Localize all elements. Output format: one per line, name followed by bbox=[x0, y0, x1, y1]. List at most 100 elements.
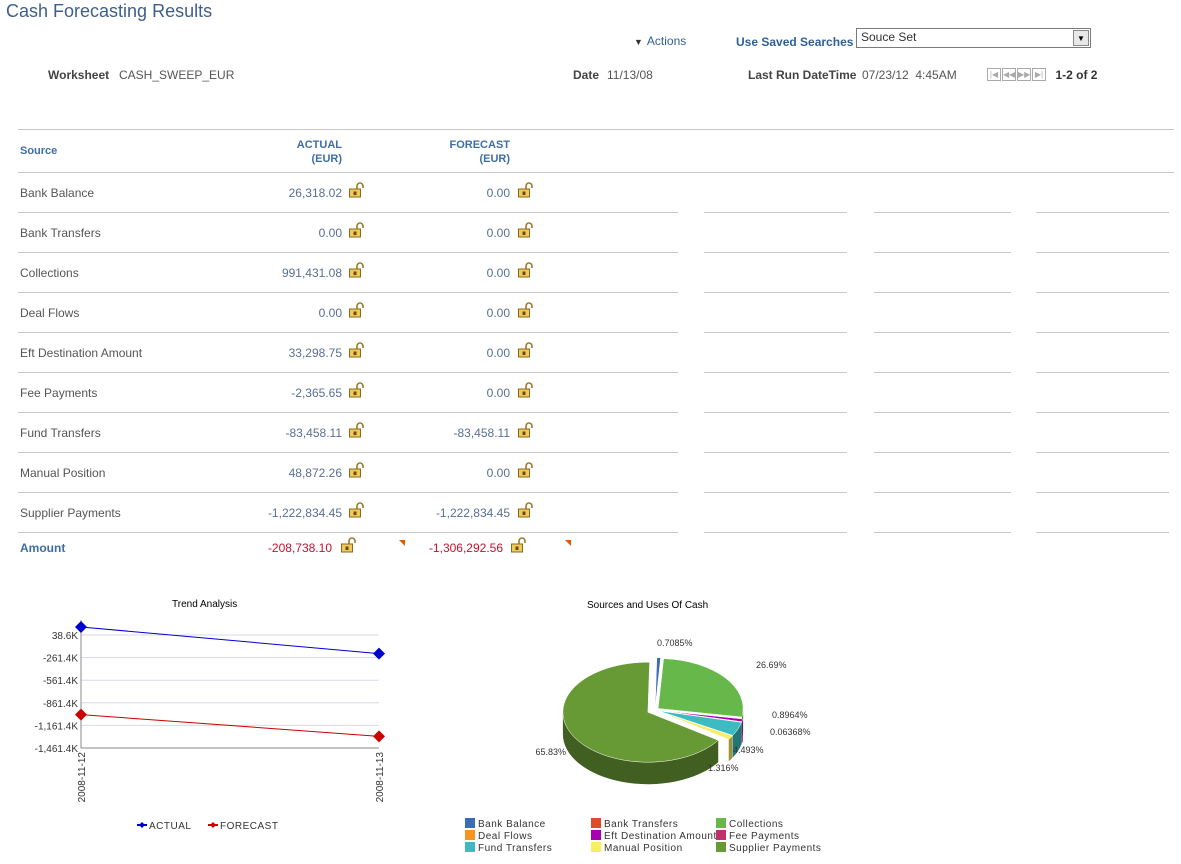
forecast-value[interactable]: 0.00 bbox=[370, 346, 510, 360]
table-header-divider bbox=[18, 172, 1174, 173]
unlock-icon[interactable] bbox=[348, 462, 364, 478]
pie-slice-label: 0.06368% bbox=[770, 727, 811, 737]
y-tick-label: -1,461.4K bbox=[35, 744, 79, 755]
unlock-icon[interactable] bbox=[348, 302, 364, 318]
y-tick-label: 38.6K bbox=[52, 631, 78, 642]
actual-value[interactable]: 991,431.08 bbox=[202, 266, 342, 280]
legend-swatch bbox=[465, 830, 475, 840]
empty-column-divider bbox=[1036, 412, 1169, 413]
legend-label: Supplier Payments bbox=[729, 843, 821, 854]
forecast-header-line1: FORECAST bbox=[410, 138, 510, 152]
actual-value[interactable]: -1,222,834.45 bbox=[202, 506, 342, 520]
y-tick-label: -261.4K bbox=[43, 654, 78, 665]
next-page-icon[interactable]: ▶▶ bbox=[1017, 68, 1031, 81]
dropdown-arrow-icon[interactable]: ▼ bbox=[1073, 30, 1089, 46]
previous-page-icon[interactable]: ◀◀ bbox=[1002, 68, 1016, 81]
comment-flag-icon[interactable] bbox=[565, 540, 571, 546]
actual-value[interactable]: 26,318.02 bbox=[202, 186, 342, 200]
empty-column-divider bbox=[874, 292, 1011, 293]
saved-searches-select[interactable]: Souce Set ▼ bbox=[856, 28, 1091, 48]
empty-column-divider bbox=[874, 372, 1011, 373]
unlock-icon[interactable] bbox=[510, 537, 526, 553]
column-header-actual[interactable]: ACTUAL (EUR) bbox=[242, 138, 342, 166]
unlock-icon[interactable] bbox=[348, 502, 364, 518]
last-page-icon[interactable]: ▶| bbox=[1032, 68, 1046, 81]
y-tick-label: -561.4K bbox=[43, 676, 78, 687]
unlock-icon[interactable] bbox=[348, 222, 364, 238]
unlock-icon[interactable] bbox=[517, 182, 533, 198]
pie-legend-item: Deal Flows bbox=[465, 830, 532, 842]
actions-label: Actions bbox=[647, 34, 686, 48]
actual-value[interactable]: 0.00 bbox=[202, 306, 342, 320]
forecast-value[interactable]: 0.00 bbox=[370, 306, 510, 320]
unlock-icon[interactable] bbox=[348, 382, 364, 398]
unlock-icon[interactable] bbox=[517, 382, 533, 398]
forecast-header-line2: (EUR) bbox=[410, 152, 510, 166]
forecast-value[interactable]: 0.00 bbox=[370, 466, 510, 480]
unlock-icon[interactable] bbox=[517, 262, 533, 278]
date-value: 11/13/08 bbox=[607, 68, 653, 82]
unlock-icon[interactable] bbox=[340, 537, 356, 553]
saved-searches-value: Souce Set bbox=[861, 30, 916, 44]
legend-swatch bbox=[716, 830, 726, 840]
empty-column-divider bbox=[704, 372, 847, 373]
forecast-value[interactable]: 0.00 bbox=[370, 266, 510, 280]
pie-legend-item: Collections bbox=[716, 818, 783, 830]
forecast-value[interactable]: 0.00 bbox=[370, 386, 510, 400]
forecast-value[interactable]: -1,222,834.45 bbox=[370, 506, 510, 520]
empty-column-divider bbox=[1036, 252, 1169, 253]
pie-slice-label: 1.316% bbox=[708, 763, 739, 773]
forecast-value[interactable]: -83,458.11 bbox=[370, 426, 510, 440]
column-header-forecast[interactable]: FORECAST (EUR) bbox=[410, 138, 510, 166]
actual-value[interactable]: 0.00 bbox=[202, 226, 342, 240]
row-source-label: Eft Destination Amount bbox=[20, 346, 142, 360]
first-page-icon[interactable]: |◀ bbox=[987, 68, 1001, 81]
row-divider bbox=[18, 332, 678, 333]
actual-value[interactable]: -83,458.11 bbox=[202, 426, 342, 440]
total-actual-value[interactable]: -208,738.10 bbox=[192, 541, 332, 555]
pie-legend-item: Manual Position bbox=[591, 842, 683, 854]
empty-column-divider bbox=[1036, 532, 1169, 533]
trend-chart-title: Trend Analysis bbox=[172, 599, 237, 610]
row-source-label: Deal Flows bbox=[20, 306, 79, 320]
y-tick-label: -1,161.4K bbox=[35, 721, 79, 732]
x-tick-label: 2008-11-13 bbox=[375, 752, 386, 803]
empty-column-divider bbox=[874, 332, 1011, 333]
unlock-icon[interactable] bbox=[517, 462, 533, 478]
actual-value[interactable]: 48,872.26 bbox=[202, 466, 342, 480]
last-run-value: 07/23/12 4:45AM bbox=[862, 68, 957, 82]
unlock-icon[interactable] bbox=[517, 302, 533, 318]
row-divider bbox=[18, 492, 678, 493]
actual-value[interactable]: -2,365.65 bbox=[202, 386, 342, 400]
unlock-icon[interactable] bbox=[348, 422, 364, 438]
legend-label: Collections bbox=[729, 819, 783, 830]
actions-menu[interactable]: ▼Actions bbox=[634, 34, 686, 48]
pie-slice bbox=[658, 659, 743, 717]
legend-label: Fund Transfers bbox=[478, 843, 552, 854]
unlock-icon[interactable] bbox=[517, 422, 533, 438]
empty-column-divider bbox=[704, 492, 847, 493]
unlock-icon[interactable] bbox=[348, 262, 364, 278]
total-forecast-value[interactable]: -1,306,292.56 bbox=[363, 541, 503, 555]
column-header-source[interactable]: Source bbox=[20, 145, 57, 157]
row-divider bbox=[18, 372, 678, 373]
forecast-value[interactable]: 0.00 bbox=[370, 186, 510, 200]
forecast-value[interactable]: 0.00 bbox=[370, 226, 510, 240]
unlock-icon[interactable] bbox=[348, 342, 364, 358]
actual-series-line bbox=[81, 627, 379, 654]
empty-column-divider bbox=[874, 212, 1011, 213]
legend-label: Eft Destination Amount bbox=[604, 831, 717, 842]
empty-column-divider bbox=[704, 532, 847, 533]
empty-column-divider bbox=[1036, 372, 1169, 373]
unlock-icon[interactable] bbox=[517, 502, 533, 518]
legend-label: Manual Position bbox=[604, 843, 683, 854]
unlock-icon[interactable] bbox=[348, 182, 364, 198]
unlock-icon[interactable] bbox=[517, 342, 533, 358]
unlock-icon[interactable] bbox=[517, 222, 533, 238]
actual-value[interactable]: 33,298.75 bbox=[202, 346, 342, 360]
row-source-label: Fund Transfers bbox=[20, 426, 101, 440]
pie-legend-item: Fund Transfers bbox=[465, 842, 552, 854]
row-divider bbox=[18, 452, 678, 453]
empty-column-divider bbox=[874, 412, 1011, 413]
row-source-label: Bank Balance bbox=[20, 186, 94, 200]
